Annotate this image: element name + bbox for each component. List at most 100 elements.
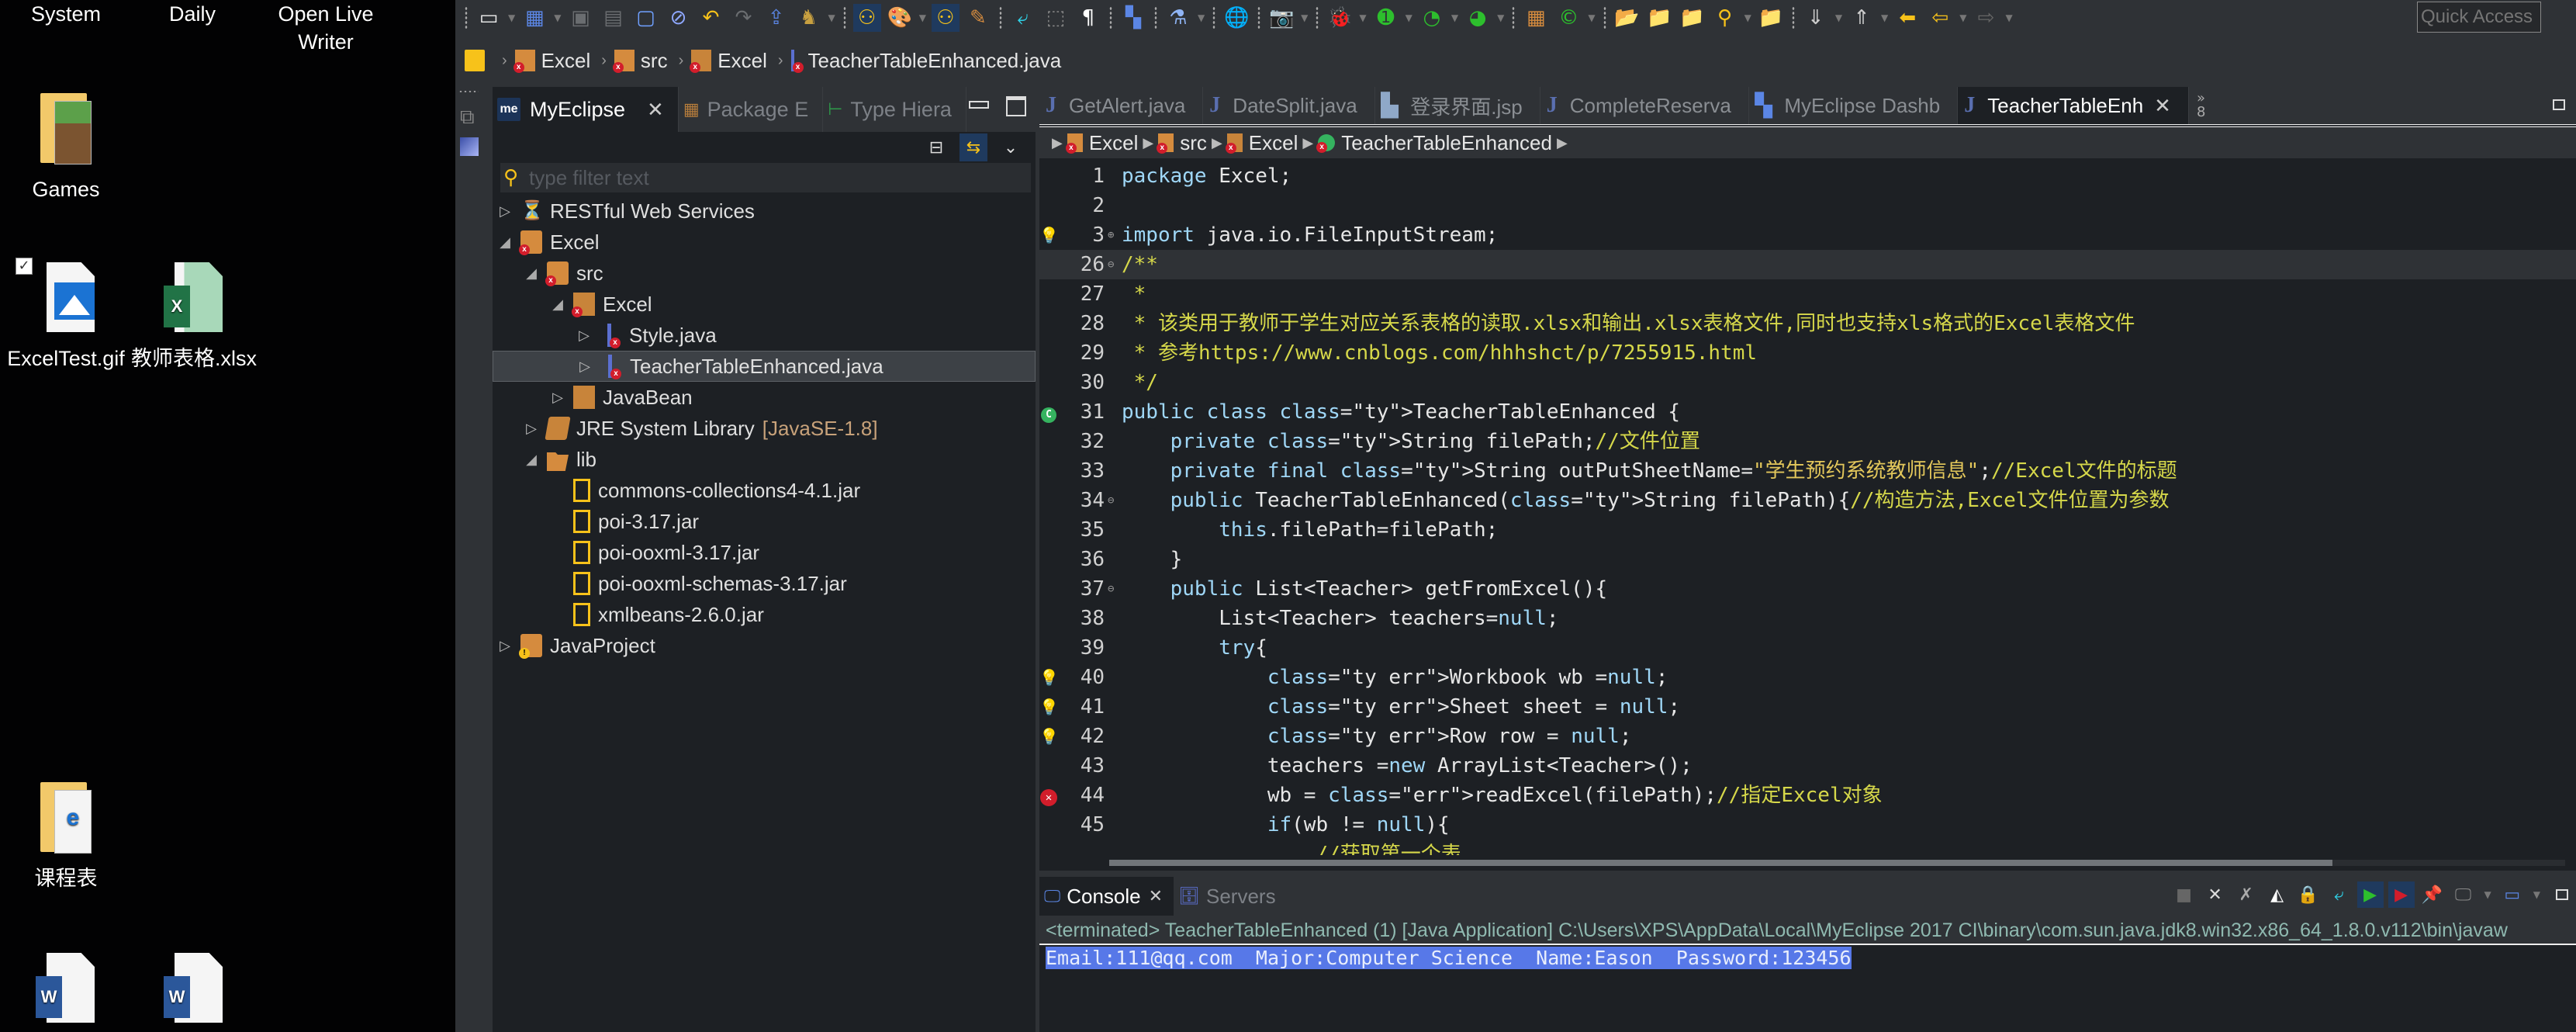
fold-collapse-icon[interactable]: ⊖ [1108,250,1119,279]
desktop-item-teacher-xlsx[interactable]: X 教师表格.xlsx [128,262,260,372]
collapse-arrow-icon[interactable]: ◢ [524,452,539,468]
open-console-icon[interactable]: ▭ [2499,881,2526,908]
pin-console-icon[interactable]: 📌 [2419,881,2446,908]
expand-arrow-icon[interactable]: ▷ [550,390,565,406]
desktop-item-daily[interactable]: Daily [126,0,258,28]
tab-myeclipse[interactable]: me MyEclipse ✕ [493,87,679,132]
screen-icon[interactable]: ▢ [631,4,659,32]
fold-expand-icon[interactable]: ⊕ [1108,220,1119,250]
link-with-editor-icon[interactable]: ⇆ [960,133,987,161]
error-icon[interactable]: ✕ [1039,781,1058,810]
show-on-stderr-icon[interactable]: ▶ [2388,881,2415,908]
minimize-icon[interactable] [2553,99,2565,110]
code-line[interactable]: 39 try{ [1039,633,2576,663]
back-icon[interactable]: ⇦ [1926,4,1954,32]
collapse-arrow-icon[interactable]: ◢ [550,296,565,313]
breadcrumb-item[interactable]: x Excel [690,49,767,73]
code-line[interactable]: 32 private class="ty">String filePath;//… [1039,427,2576,456]
chevron-down-icon[interactable]: ▼ [1451,12,1458,23]
chevron-down-icon[interactable]: ▼ [2006,12,2013,23]
tree-item-excel-package[interactable]: ◢ x Excel [493,289,1036,320]
quick-access-input[interactable] [2417,2,2541,33]
close-icon[interactable]: ✕ [1149,886,1163,906]
close-icon[interactable]: ✕ [647,98,664,122]
breadcrumb-item[interactable]: x src [612,49,668,73]
code-line[interactable]: 33 private final class="ty">String outPu… [1039,456,2576,486]
save-all-icon[interactable]: ▤ [599,4,627,32]
tree-item-style-java[interactable]: ▷ x Style.java [493,320,1036,351]
expand-arrow-icon[interactable]: ▷ [524,421,539,437]
chevron-down-icon[interactable]: ▼ [828,12,835,23]
close-icon[interactable]: ✕ [2154,94,2171,118]
deploy-icon[interactable]: ⇪ [762,4,790,32]
tree-item-lib[interactable]: ◢ lib [493,444,1036,475]
code-line[interactable]: 1 package Excel; [1039,161,2576,191]
code-line[interactable]: 38 List<Teacher> teachers=null; [1039,604,2576,633]
code-line[interactable]: 45 if(wb != null){ [1039,810,2576,840]
chevron-down-icon[interactable]: ▼ [1835,12,1842,23]
desktop-item-word-doc-1[interactable]: W [0,953,132,1032]
globe-icon[interactable]: 🌐 [1222,4,1250,32]
chevron-down-icon[interactable]: ▼ [2484,889,2491,900]
tree-item-jar[interactable]: poi-ooxml-schemas-3.17.jar [493,568,1036,599]
code-line[interactable]: 30 */ [1039,368,2576,397]
expand-arrow-icon[interactable]: ▷ [497,203,513,220]
forward-icon[interactable]: ⇨ [1973,4,2000,32]
open-resource-icon[interactable]: 📁 [1679,4,1706,32]
tree-item-javaproject[interactable]: ▷ ! JavaProject [493,630,1036,661]
chevron-down-icon[interactable]: ▼ [554,12,561,23]
code-line[interactable]: 29 * 参考https://www.cnblogs.com/hhhshct/p… [1039,338,2576,368]
chevron-down-icon[interactable]: ▼ [1881,12,1888,23]
tab-servers[interactable]: 🗄 Servers [1174,877,1287,916]
camera-icon[interactable]: 📷 [1267,4,1295,32]
tree-item-jar[interactable]: xmlbeans-2.6.0.jar [493,599,1036,630]
block-selection-icon[interactable]: ⬚ [1042,4,1070,32]
toggle-block-selection-icon[interactable]: ⚇ [931,4,960,32]
run-history-icon[interactable]: ◔ [1418,4,1446,32]
tree-item-javabean-package[interactable]: ▷ JavaBean [493,382,1036,413]
editor-tab-getalert[interactable]: J GetAlert.java [1039,87,1204,124]
class-override-icon[interactable]: C [1039,397,1058,427]
code-line[interactable]: 💡 3 ⊕ import java.io.FileInputStream; [1039,220,2576,250]
word-wrap-icon[interactable]: ⤶ [2326,881,2353,908]
next-annotation-icon[interactable]: ⇓ [1802,4,1830,32]
save-icon[interactable]: ▣ [566,4,594,32]
editor-breadcrumb-item[interactable]: TeacherTableEnhanced [1341,131,1552,155]
editor-breadcrumb-item[interactable]: Excel [1089,131,1139,155]
code-line[interactable]: ✕ 44 wb = class="err">readExcel(filePath)… [1039,781,2576,810]
run-server-icon[interactable]: ♞ [794,4,822,32]
breadcrumb-root[interactable] [465,50,491,71]
tree-item-restful-web-services[interactable]: ▷ ⏳ RESTful Web Services [493,196,1036,227]
open-console-icon[interactable]: 📁 [1757,4,1785,32]
view-menu-chevron-icon[interactable]: ⌄ [997,133,1025,161]
new-icon[interactable]: ▭ [475,4,503,32]
collapse-all-icon[interactable]: ⊟ [922,133,950,161]
debug-bug-icon[interactable]: 🐞 [1326,4,1354,32]
tree-item-excel-project[interactable]: ◢ x Excel [493,227,1036,258]
console-output-line[interactable]: Email:111@qq.com Major:Computer Science … [1046,947,1852,969]
remove-all-terminated-icon[interactable]: ✗ [2233,881,2260,908]
code-line[interactable]: 💡 42 class="ty err">Row row = null; [1039,722,2576,751]
chevron-down-icon[interactable]: ▼ [1744,12,1751,23]
code-line[interactable]: 37 ⊖ public List<Teacher> getFromExcel(){ [1039,574,2576,604]
desktop-item-system[interactable]: System [0,0,132,28]
editor-tab-datesplit[interactable]: J DateSplit.java [1203,87,1375,124]
tree-item-jre-system-library[interactable]: ▷ JRE System Library [JavaSE-1.8] [493,413,1036,444]
breadcrumb-item[interactable]: x TeacherTableEnhanced.java [790,49,1061,73]
chevron-down-icon[interactable]: ▼ [1588,12,1595,23]
editor-tab-login-jsp[interactable]: ▙ 登录界面.jsp [1375,87,1540,124]
fold-collapse-icon[interactable]: ⊖ [1108,574,1119,604]
collapse-arrow-icon[interactable]: ◢ [497,234,513,251]
tab-overflow-button[interactable]: » 8 [2189,87,2213,124]
warning-bulb-icon[interactable]: 💡 [1039,663,1059,692]
expand-arrow-icon[interactable]: ▷ [576,327,592,344]
remove-launch-icon[interactable]: ✕ [2202,881,2228,908]
desktop-item-games[interactable]: Games [0,93,132,203]
collapse-arrow-icon[interactable]: ◢ [524,265,539,282]
code-line[interactable]: 34 ⊖ public TeacherTableEnhanced(class="t… [1039,486,2576,515]
layout-icon[interactable]: ▚ [1119,4,1147,32]
chevron-down-icon[interactable]: ▼ [919,12,926,23]
tree-item-teachertableenhanced-java[interactable]: ▷ x TeacherTableEnhanced.java [493,351,1036,382]
eye-icon[interactable] [460,137,479,156]
desktop-item-schedule[interactable]: e 课程表 [0,782,132,892]
